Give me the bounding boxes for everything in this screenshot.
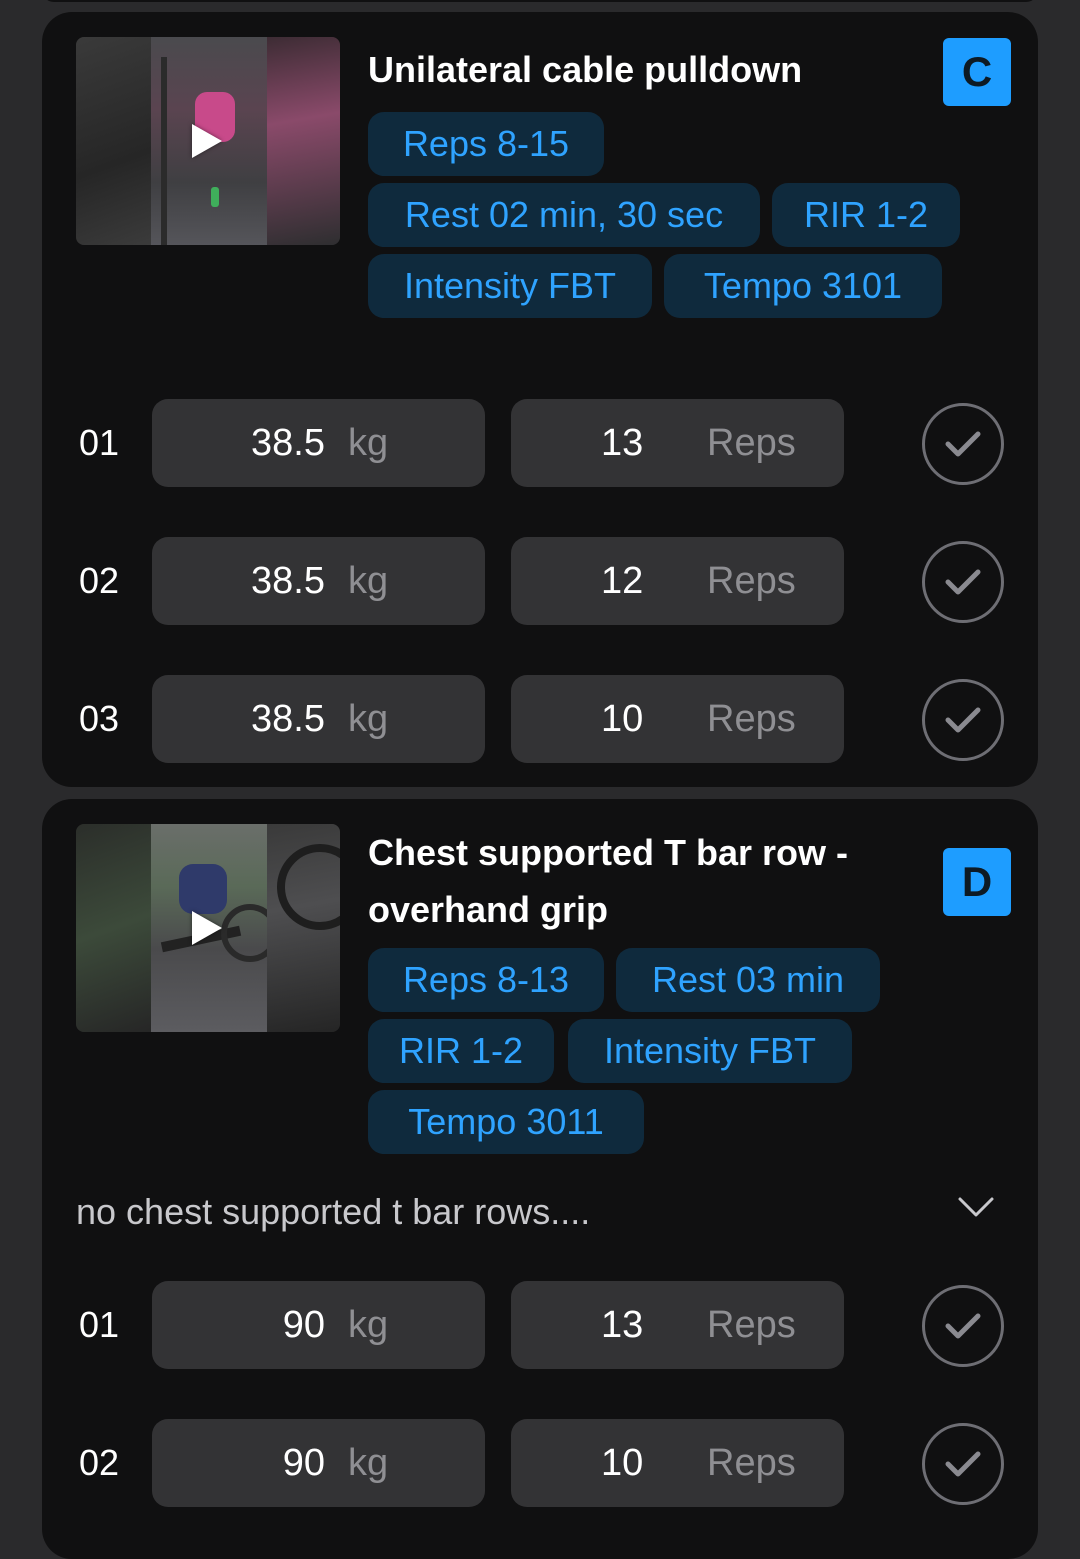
exercise-card: Chest supported T bar row - overhand gri… <box>42 799 1038 1559</box>
weight-input[interactable]: 38.5 kg <box>152 399 485 487</box>
weight-input[interactable]: 90 kg <box>152 1419 485 1507</box>
tag-intensity: Intensity FBT <box>568 1019 852 1083</box>
weight-value: 90 <box>282 1304 325 1346</box>
weight-input[interactable]: 90 kg <box>152 1281 485 1369</box>
check-icon <box>945 1313 981 1339</box>
complete-set-button[interactable] <box>922 1423 1004 1505</box>
weight-value: 38.5 <box>251 560 325 602</box>
tag-tempo: Tempo 3011 <box>368 1090 644 1154</box>
reps-unit: Reps <box>707 1304 796 1346</box>
check-icon <box>945 569 981 595</box>
weight-unit: kg <box>348 422 389 464</box>
reps-unit: Reps <box>707 698 796 740</box>
reps-unit: Reps <box>707 1442 796 1484</box>
tag-reps: Reps 8-13 <box>368 948 604 1012</box>
set-number: 01 <box>79 422 120 463</box>
weight-unit: kg <box>348 1304 389 1346</box>
previous-card-edge <box>42 0 1038 2</box>
complete-set-button[interactable] <box>922 541 1004 623</box>
reps-input[interactable]: 10 Reps <box>511 675 844 763</box>
reps-unit: Reps <box>707 560 796 602</box>
set-number: 02 <box>79 560 120 601</box>
weight-unit: kg <box>348 560 389 602</box>
exercise-video-thumbnail[interactable] <box>76 37 340 245</box>
exercise-card: Unilateral cable pulldown C Reps 8-15 Re… <box>42 12 1038 787</box>
weight-value: 90 <box>282 1442 325 1484</box>
set-number: 03 <box>79 698 120 739</box>
complete-set-button[interactable] <box>922 1285 1004 1367</box>
check-icon <box>945 1451 981 1477</box>
tag-rir: RIR 1-2 <box>772 183 960 247</box>
play-icon <box>192 124 222 158</box>
reps-unit: Reps <box>707 422 796 464</box>
weight-value: 38.5 <box>251 698 325 740</box>
exercise-group-badge: D <box>943 848 1011 916</box>
play-icon <box>192 911 222 945</box>
tag-rir: RIR 1-2 <box>368 1019 554 1083</box>
tag-reps: Reps 8-15 <box>368 112 604 176</box>
check-icon <box>945 431 981 457</box>
reps-input[interactable]: 13 Reps <box>511 399 844 487</box>
tag-rest: Rest 03 min <box>616 948 880 1012</box>
exercise-note[interactable]: no chest supported t bar rows.... <box>76 1182 590 1242</box>
reps-value: 12 <box>601 560 644 602</box>
exercise-title: Chest supported T bar row - overhand gri… <box>368 824 888 938</box>
exercise-group-badge: C <box>943 38 1011 106</box>
reps-value: 13 <box>601 1304 644 1346</box>
exercise-title-line: Chest supported T bar row - <box>368 832 849 873</box>
reps-value: 10 <box>601 1442 644 1484</box>
reps-input[interactable]: 12 Reps <box>511 537 844 625</box>
weight-input[interactable]: 38.5 kg <box>152 537 485 625</box>
reps-value: 10 <box>601 698 644 740</box>
exercise-video-thumbnail[interactable] <box>76 824 340 1032</box>
weight-unit: kg <box>348 1442 389 1484</box>
weight-unit: kg <box>348 698 389 740</box>
tag-tempo: Tempo 3101 <box>664 254 942 318</box>
tag-intensity: Intensity FBT <box>368 254 652 318</box>
exercise-title: Unilateral cable pulldown <box>368 49 803 90</box>
weight-input[interactable]: 38.5 kg <box>152 675 485 763</box>
weight-value: 38.5 <box>251 422 325 464</box>
tag-rest: Rest 02 min, 30 sec <box>368 183 760 247</box>
reps-value: 13 <box>601 422 644 464</box>
complete-set-button[interactable] <box>922 403 1004 485</box>
check-icon <box>945 707 981 733</box>
reps-input[interactable]: 13 Reps <box>511 1281 844 1369</box>
exercise-title-line: overhand grip <box>368 889 609 930</box>
reps-input[interactable]: 10 Reps <box>511 1419 844 1507</box>
set-number: 01 <box>79 1304 120 1345</box>
complete-set-button[interactable] <box>922 679 1004 761</box>
chevron-down-icon[interactable] <box>954 1185 998 1229</box>
set-number: 02 <box>79 1442 120 1483</box>
